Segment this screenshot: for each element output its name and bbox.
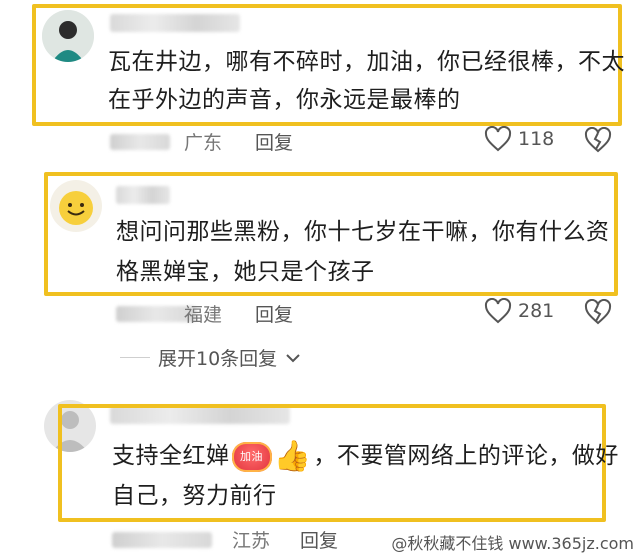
comment-text-segment: ，不要管网络上的评论，做好 (313, 443, 619, 469)
dislike-icon[interactable] (584, 127, 612, 153)
reply-button[interactable]: 回复 (255, 300, 293, 327)
location: 广东 (184, 132, 223, 154)
expand-replies-label: 展开10条回复 (158, 348, 278, 370)
chevron-down-icon (286, 353, 300, 362)
like-count: 118 (518, 128, 555, 150)
location: 福建 (184, 304, 223, 326)
comment-text-line: 自己，努力前行 (112, 483, 277, 509)
location: 江苏 (232, 530, 271, 552)
timestamp (112, 532, 212, 548)
like-button[interactable]: 281 (484, 298, 554, 324)
cheer-emoji-icon: 加油 (231, 441, 272, 472)
watermark-text: @秋秋藏不住钱 www.365jz.com (391, 534, 634, 553)
comment-text-line: 格黑婵宝，她只是个孩子 (116, 259, 375, 285)
comment-text-line: 瓦在井边，哪有不碎时，加油，你已经很棒，不太 (108, 49, 625, 75)
heart-icon (484, 126, 512, 152)
comment-text-line: 在乎外边的声音，你永远是最棒的 (108, 87, 461, 113)
comment-text-segment: 支持全红婵 (112, 443, 230, 469)
watermark: @秋秋藏不住钱 www.365jz.com (391, 530, 634, 554)
timestamp (110, 134, 170, 150)
comment-text-line: 想问问那些黑粉，你十七岁在干嘛，你有什么资 (116, 219, 610, 245)
heart-icon (484, 298, 512, 324)
comment-text-line: 支持全红婵 加油 👍，不要管网络上的评论，做好 (112, 436, 619, 477)
divider (120, 357, 150, 358)
reply-button[interactable]: 回复 (255, 128, 293, 155)
dislike-icon[interactable] (584, 299, 612, 325)
reply-button[interactable]: 回复 (300, 526, 338, 553)
thumbs-up-icon: 👍 (273, 438, 312, 474)
like-button[interactable]: 118 (484, 126, 554, 152)
like-count: 281 (518, 300, 555, 322)
expand-replies-button[interactable]: 展开10条回复 (120, 344, 301, 371)
